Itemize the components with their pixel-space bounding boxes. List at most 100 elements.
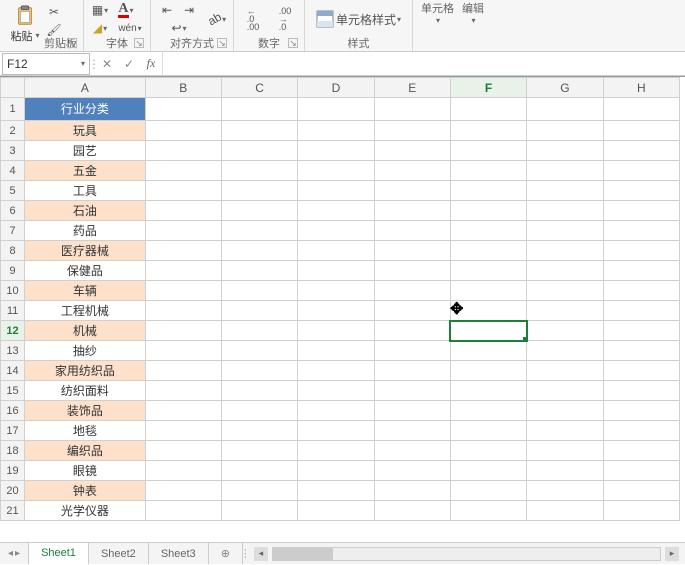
cell[interactable]: [145, 201, 221, 221]
column-header[interactable]: H: [603, 78, 679, 98]
cell[interactable]: [221, 98, 297, 121]
spreadsheet-grid[interactable]: ABCDEFGH1行业分类2玩具3园艺4五金5工具6石油7药品8医疗器械9保健品…: [0, 76, 685, 542]
cell[interactable]: [221, 241, 297, 261]
phonetic-button[interactable]: wén▾: [116, 19, 144, 37]
cell[interactable]: [221, 441, 297, 461]
cell[interactable]: [603, 98, 679, 121]
increase-indent-button[interactable]: ⇥: [179, 1, 199, 19]
cell[interactable]: [374, 221, 450, 241]
cell[interactable]: [298, 501, 374, 521]
cell[interactable]: [221, 281, 297, 301]
column-header[interactable]: B: [145, 78, 221, 98]
border-button[interactable]: ▦▾: [90, 1, 110, 19]
cell[interactable]: [603, 221, 679, 241]
column-header[interactable]: G: [527, 78, 603, 98]
cell[interactable]: [374, 481, 450, 501]
table-data-cell[interactable]: 车辆: [25, 281, 146, 301]
fx-button[interactable]: fx: [140, 52, 162, 75]
row-header[interactable]: 7: [1, 221, 25, 241]
cell[interactable]: [603, 321, 679, 341]
cell[interactable]: [145, 261, 221, 281]
decrease-indent-button[interactable]: ⇤: [157, 1, 177, 19]
cell[interactable]: [298, 481, 374, 501]
table-data-cell[interactable]: 抽纱: [25, 341, 146, 361]
cell[interactable]: [374, 441, 450, 461]
cell[interactable]: [298, 141, 374, 161]
cell[interactable]: [298, 201, 374, 221]
cell[interactable]: [450, 481, 526, 501]
table-data-cell[interactable]: 玩具: [25, 121, 146, 141]
cell[interactable]: [298, 241, 374, 261]
cell[interactable]: [145, 421, 221, 441]
cell[interactable]: [603, 361, 679, 381]
cell[interactable]: [374, 181, 450, 201]
cell[interactable]: [450, 441, 526, 461]
cell[interactable]: [298, 361, 374, 381]
cell[interactable]: [145, 381, 221, 401]
cell[interactable]: [145, 321, 221, 341]
cell[interactable]: [603, 261, 679, 281]
cell[interactable]: [298, 301, 374, 321]
cell[interactable]: [603, 301, 679, 321]
table-data-cell[interactable]: 五金: [25, 161, 146, 181]
cell[interactable]: [603, 481, 679, 501]
cell[interactable]: [145, 141, 221, 161]
cell[interactable]: [527, 501, 603, 521]
cell[interactable]: [450, 461, 526, 481]
decrease-decimal-button[interactable]: .00→.0: [272, 10, 298, 28]
align-launcher[interactable]: ↘: [217, 38, 227, 48]
increase-decimal-button[interactable]: ←.0.00: [240, 10, 266, 28]
row-header[interactable]: 15: [1, 381, 25, 401]
cell[interactable]: [298, 321, 374, 341]
cancel-button[interactable]: ✕: [96, 52, 118, 75]
row-header[interactable]: 5: [1, 181, 25, 201]
cell[interactable]: [221, 221, 297, 241]
cell[interactable]: [527, 461, 603, 481]
cell[interactable]: [450, 421, 526, 441]
row-header[interactable]: 1: [1, 98, 25, 121]
row-header[interactable]: 18: [1, 441, 25, 461]
cell[interactable]: [603, 161, 679, 181]
cell[interactable]: [298, 381, 374, 401]
cell[interactable]: [221, 181, 297, 201]
column-header[interactable]: C: [221, 78, 297, 98]
select-all-corner[interactable]: [1, 78, 25, 98]
cell[interactable]: [145, 501, 221, 521]
cell[interactable]: [527, 181, 603, 201]
cell[interactable]: [527, 241, 603, 261]
cell[interactable]: [298, 161, 374, 181]
cell[interactable]: [221, 481, 297, 501]
cell[interactable]: [374, 421, 450, 441]
font-launcher[interactable]: ↘: [134, 38, 144, 48]
table-data-cell[interactable]: 石油: [25, 201, 146, 221]
cell[interactable]: [527, 301, 603, 321]
cell[interactable]: [145, 121, 221, 141]
add-sheet-button[interactable]: ⊕: [209, 543, 242, 564]
cell[interactable]: [221, 401, 297, 421]
column-header[interactable]: F: [450, 78, 526, 98]
cell[interactable]: [298, 441, 374, 461]
sheet-tab[interactable]: Sheet3: [149, 543, 209, 564]
cell[interactable]: [603, 401, 679, 421]
row-header[interactable]: 20: [1, 481, 25, 501]
cell[interactable]: [374, 401, 450, 421]
row-header[interactable]: 12: [1, 321, 25, 341]
cell[interactable]: [145, 361, 221, 381]
cell[interactable]: [603, 441, 679, 461]
cell[interactable]: [298, 181, 374, 201]
clipboard-launcher[interactable]: ↘: [67, 38, 77, 48]
font-color-button[interactable]: A▾: [116, 1, 136, 19]
cell[interactable]: [298, 221, 374, 241]
cell[interactable]: [527, 421, 603, 441]
cells-group-stub[interactable]: 单元格▾: [421, 0, 454, 25]
cell[interactable]: [145, 281, 221, 301]
cell[interactable]: [603, 241, 679, 261]
cell[interactable]: [527, 481, 603, 501]
cell[interactable]: [527, 161, 603, 181]
row-header[interactable]: 11: [1, 301, 25, 321]
selected-cell[interactable]: [450, 321, 526, 341]
table-header-cell[interactable]: 行业分类: [25, 98, 146, 121]
formula-input[interactable]: [162, 52, 685, 75]
cell[interactable]: [145, 461, 221, 481]
cell[interactable]: [221, 121, 297, 141]
